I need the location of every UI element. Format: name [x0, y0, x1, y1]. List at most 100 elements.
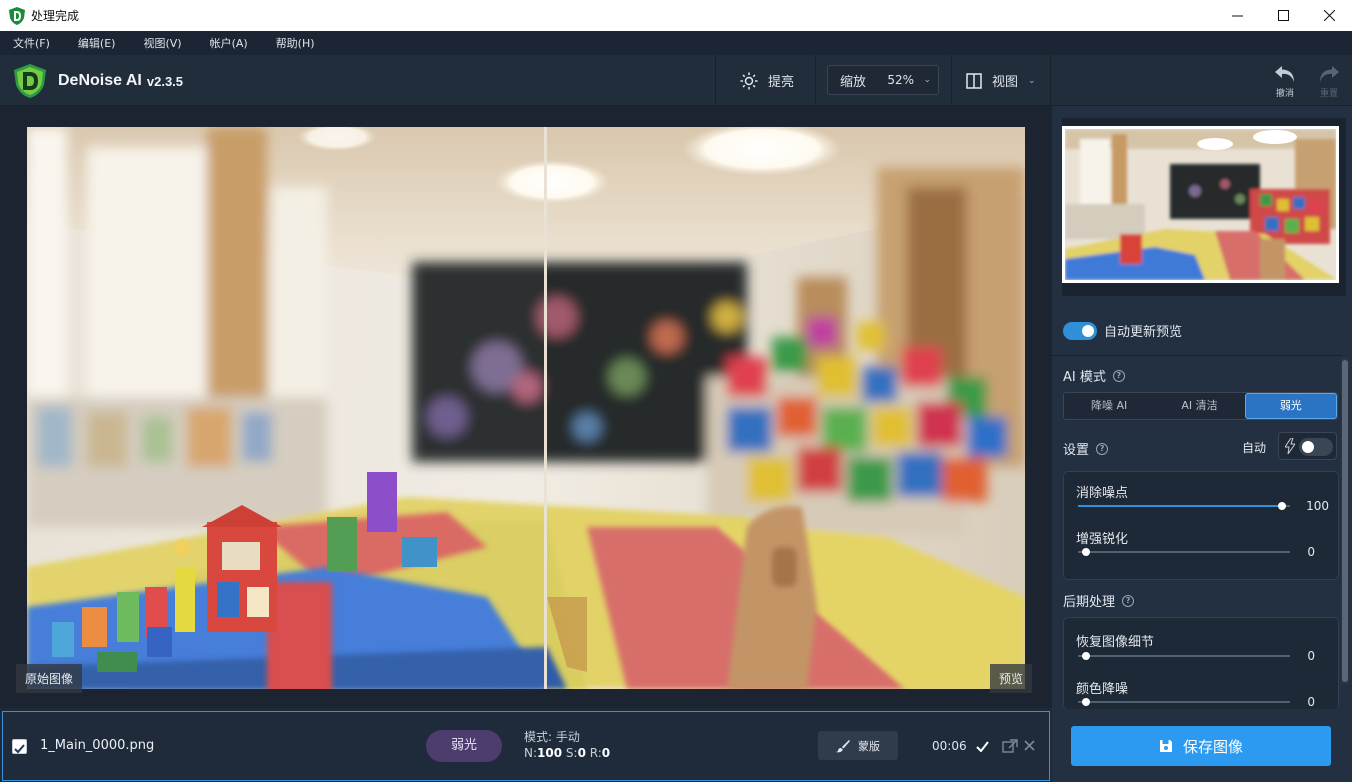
- s-label: S:: [565, 746, 578, 760]
- toolbar-divider: [715, 55, 716, 106]
- slider-label: 消除噪点: [1076, 486, 1129, 501]
- navigator-thumbnail[interactable]: [1062, 126, 1339, 283]
- mode-low-light[interactable]: 弱光: [1244, 393, 1337, 419]
- mode-ai-clear[interactable]: AI 清洁: [1154, 393, 1244, 419]
- help-icon[interactable]: ?: [1122, 594, 1135, 607]
- undo-icon: [1275, 66, 1294, 82]
- app-name: DeNoise AI: [58, 72, 142, 89]
- minimize-icon: [1231, 15, 1243, 17]
- slider-label: 颜色降噪: [1076, 682, 1129, 697]
- top-toolbar: DeNoise AI v2.3.5 提亮 缩放 52% ⌄ 视图 ⌄ 撤消 重置: [0, 55, 1352, 106]
- save-image-button[interactable]: 保存图像: [1071, 726, 1331, 766]
- auto-update-toggle[interactable]: [1063, 321, 1097, 340]
- view-label: 视图: [992, 75, 1019, 90]
- brighten-button[interactable]: 提亮: [740, 71, 794, 90]
- toolbar-divider: [1050, 55, 1051, 106]
- menu-bar: 文件(F) 编辑(E) 视图(V) 帐户(A) 帮助(H): [0, 31, 1352, 55]
- close-icon: [1323, 10, 1335, 21]
- open-external-icon[interactable]: [1002, 739, 1018, 753]
- title-bar: 处理完成: [0, 0, 1352, 31]
- nsr-values: N:100 S:0 R:0: [524, 746, 610, 760]
- thumbnail-image: [1065, 129, 1336, 280]
- enhance-sharpness-slider[interactable]: [1078, 548, 1290, 556]
- maximize-button[interactable]: [1260, 0, 1306, 31]
- settings-title: 设置: [1063, 443, 1090, 458]
- redo-icon: [1320, 66, 1339, 82]
- save-label: 保存图像: [1182, 737, 1243, 756]
- close-window-button[interactable]: [1306, 0, 1352, 31]
- menu-account[interactable]: 帐户(A): [210, 35, 248, 51]
- post-processing-section: 后期处理 ?: [1063, 591, 1135, 610]
- compare-divider-handle[interactable]: [544, 127, 547, 689]
- file-checkbox[interactable]: [12, 739, 27, 754]
- view-dropdown[interactable]: 视图 ⌄: [966, 71, 1036, 90]
- save-disk-icon: [1159, 740, 1172, 752]
- panel-scrollbar[interactable]: [1341, 358, 1349, 684]
- brighten-label: 提亮: [768, 75, 795, 90]
- slider-label: 增强锐化: [1076, 532, 1129, 547]
- toolbar-divider: [951, 55, 952, 106]
- slider-value: 0: [1307, 649, 1315, 663]
- r-label: R:: [589, 746, 602, 760]
- slider-handle[interactable]: [1278, 502, 1286, 510]
- ai-mode-section: AI 模式 ?: [1063, 366, 1125, 385]
- recover-detail-slider[interactable]: [1078, 652, 1290, 660]
- auto-update-label: 自动更新预览: [1104, 325, 1183, 340]
- zoom-dropdown[interactable]: 缩放 52% ⌄: [827, 65, 939, 95]
- menu-edit[interactable]: 编辑(E): [78, 35, 116, 51]
- auto-update-preview[interactable]: 自动更新预览: [1063, 321, 1182, 340]
- settings-section: 设置 ?: [1063, 439, 1109, 458]
- chevron-down-icon: ⌄: [923, 75, 931, 85]
- slider-label: 恢复图像细节: [1076, 635, 1155, 650]
- slider-handle[interactable]: [1082, 698, 1090, 706]
- slider-value: 100: [1306, 499, 1329, 513]
- auto-settings-control[interactable]: [1278, 432, 1337, 460]
- sun-icon: [740, 72, 758, 89]
- brush-icon: [836, 739, 850, 752]
- checkmark-icon: [14, 744, 25, 754]
- app-shield-icon: [9, 6, 25, 25]
- scrollbar-thumb[interactable]: [1342, 360, 1348, 682]
- mode-pill: 弱光: [426, 730, 502, 762]
- post-title: 后期处理: [1063, 595, 1116, 610]
- auto-settings-toggle[interactable]: [1299, 438, 1333, 456]
- preview-tag: 预览: [990, 664, 1033, 693]
- lightning-icon: [1285, 438, 1295, 454]
- mode-denoise-ai[interactable]: 降噪 AI: [1064, 393, 1154, 419]
- ai-mode-selector: 降噪 AI AI 清洁 弱光: [1063, 392, 1338, 420]
- original-image-tag: 原始图像: [16, 664, 83, 693]
- mode-info: 模式: 手动: [524, 730, 580, 744]
- redo-label: 重置: [1319, 89, 1338, 99]
- undo-button[interactable]: 撤消: [1270, 65, 1300, 99]
- undo-label: 撤消: [1275, 89, 1294, 99]
- zoom-value: 52%: [887, 73, 914, 87]
- help-icon[interactable]: ?: [1112, 369, 1125, 382]
- n-label: N:: [524, 746, 538, 760]
- chevron-down-icon: ⌄: [1028, 75, 1036, 86]
- brand: DeNoise AI v2.3.5: [12, 63, 183, 99]
- n-value: 100: [537, 746, 563, 760]
- done-check-icon: [976, 741, 989, 752]
- menu-help[interactable]: 帮助(H): [276, 35, 315, 51]
- menu-view[interactable]: 视图(V): [143, 35, 181, 51]
- help-icon[interactable]: ?: [1096, 442, 1109, 455]
- remove-file-icon[interactable]: [1024, 740, 1035, 751]
- denoise-logo-icon: [14, 64, 46, 98]
- mask-label: 蒙版: [858, 739, 880, 753]
- mask-button[interactable]: 蒙版: [818, 731, 898, 760]
- redo-button[interactable]: 重置: [1314, 65, 1344, 99]
- split-view-icon: [966, 72, 982, 89]
- slider-handle[interactable]: [1082, 652, 1090, 660]
- auto-label: 自动: [1242, 441, 1267, 455]
- zoom-label: 缩放: [840, 74, 867, 90]
- menu-file[interactable]: 文件(F): [13, 35, 50, 51]
- app-version: v2.3.5: [146, 73, 184, 89]
- color-noise-slider[interactable]: [1078, 698, 1290, 706]
- r-value: 0: [601, 746, 611, 760]
- processing-time: 00:06: [932, 739, 967, 753]
- slider-handle[interactable]: [1082, 548, 1090, 556]
- minimize-button[interactable]: [1214, 0, 1260, 31]
- original-overlay: [27, 127, 544, 689]
- window-title: 处理完成: [31, 9, 80, 23]
- remove-noise-slider[interactable]: [1078, 502, 1290, 510]
